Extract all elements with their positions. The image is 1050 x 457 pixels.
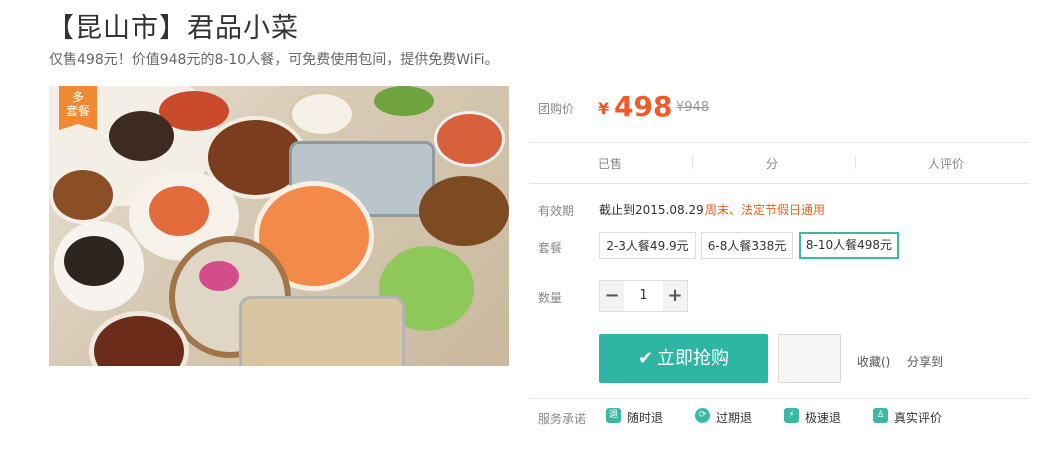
- current-price: 498: [614, 90, 673, 123]
- service-label: 服务承诺: [538, 412, 587, 426]
- validity-date: 截止到2015.08.29: [599, 203, 704, 217]
- divider: [529, 398, 1029, 399]
- original-price: ¥948: [676, 100, 710, 115]
- fast-refund-icon: ⚡: [784, 408, 799, 423]
- package-option-6-8[interactable]: 6-8人餐338元: [701, 232, 793, 259]
- deal-subtitle: 仅售498元！价值948元的8-10人餐，可免费使用包间，提供免费WiFi。: [49, 52, 499, 68]
- sold-count: 已售: [598, 157, 623, 171]
- divider: [529, 183, 1029, 184]
- quantity-label: 数量: [538, 291, 563, 305]
- quantity-input[interactable]: 1: [624, 281, 663, 311]
- validity-note: 周末、法定节假日通用: [705, 203, 826, 217]
- package-label: 套餐: [538, 241, 563, 255]
- price-label: 团购价: [538, 102, 575, 116]
- divider: [692, 155, 693, 169]
- rating-score: 分: [766, 157, 779, 171]
- package-option-2-3[interactable]: 2-3人餐49.9元: [599, 232, 696, 259]
- expired-refund-icon: ⟳: [695, 408, 710, 423]
- service-real-review: 真实评价: [894, 411, 943, 425]
- share-link[interactable]: 分享到: [907, 353, 943, 370]
- multi-package-badge: 多 套餐: [59, 86, 97, 130]
- check-icon: ✔: [637, 348, 654, 369]
- refund-anytime-icon: 退: [606, 408, 621, 423]
- buy-now-label: 立即抢购: [657, 348, 730, 369]
- review-count: 人评价: [928, 157, 965, 171]
- price-currency: ¥: [598, 99, 610, 118]
- validity-label: 有效期: [538, 204, 575, 218]
- buy-now-button[interactable]: ✔ 立即抢购: [599, 334, 768, 383]
- deal-photo: 多 套餐: [49, 86, 509, 366]
- quantity-stepper: − 1 +: [599, 280, 688, 312]
- package-option-8-10[interactable]: 8-10人餐498元: [799, 232, 899, 259]
- quantity-minus-button[interactable]: −: [600, 281, 624, 311]
- service-refund-anytime: 随时退: [627, 411, 664, 425]
- service-expired-refund: 过期退: [716, 411, 753, 425]
- favorite-link[interactable]: 收藏(): [857, 353, 890, 370]
- service-fast-refund: 极速退: [805, 411, 842, 425]
- secondary-button[interactable]: [778, 334, 841, 383]
- deal-title: 【昆山市】君品小菜: [47, 13, 299, 44]
- real-review-icon: ♙: [873, 408, 888, 423]
- divider: [529, 142, 1029, 143]
- divider: [855, 155, 856, 169]
- quantity-plus-button[interactable]: +: [663, 281, 687, 311]
